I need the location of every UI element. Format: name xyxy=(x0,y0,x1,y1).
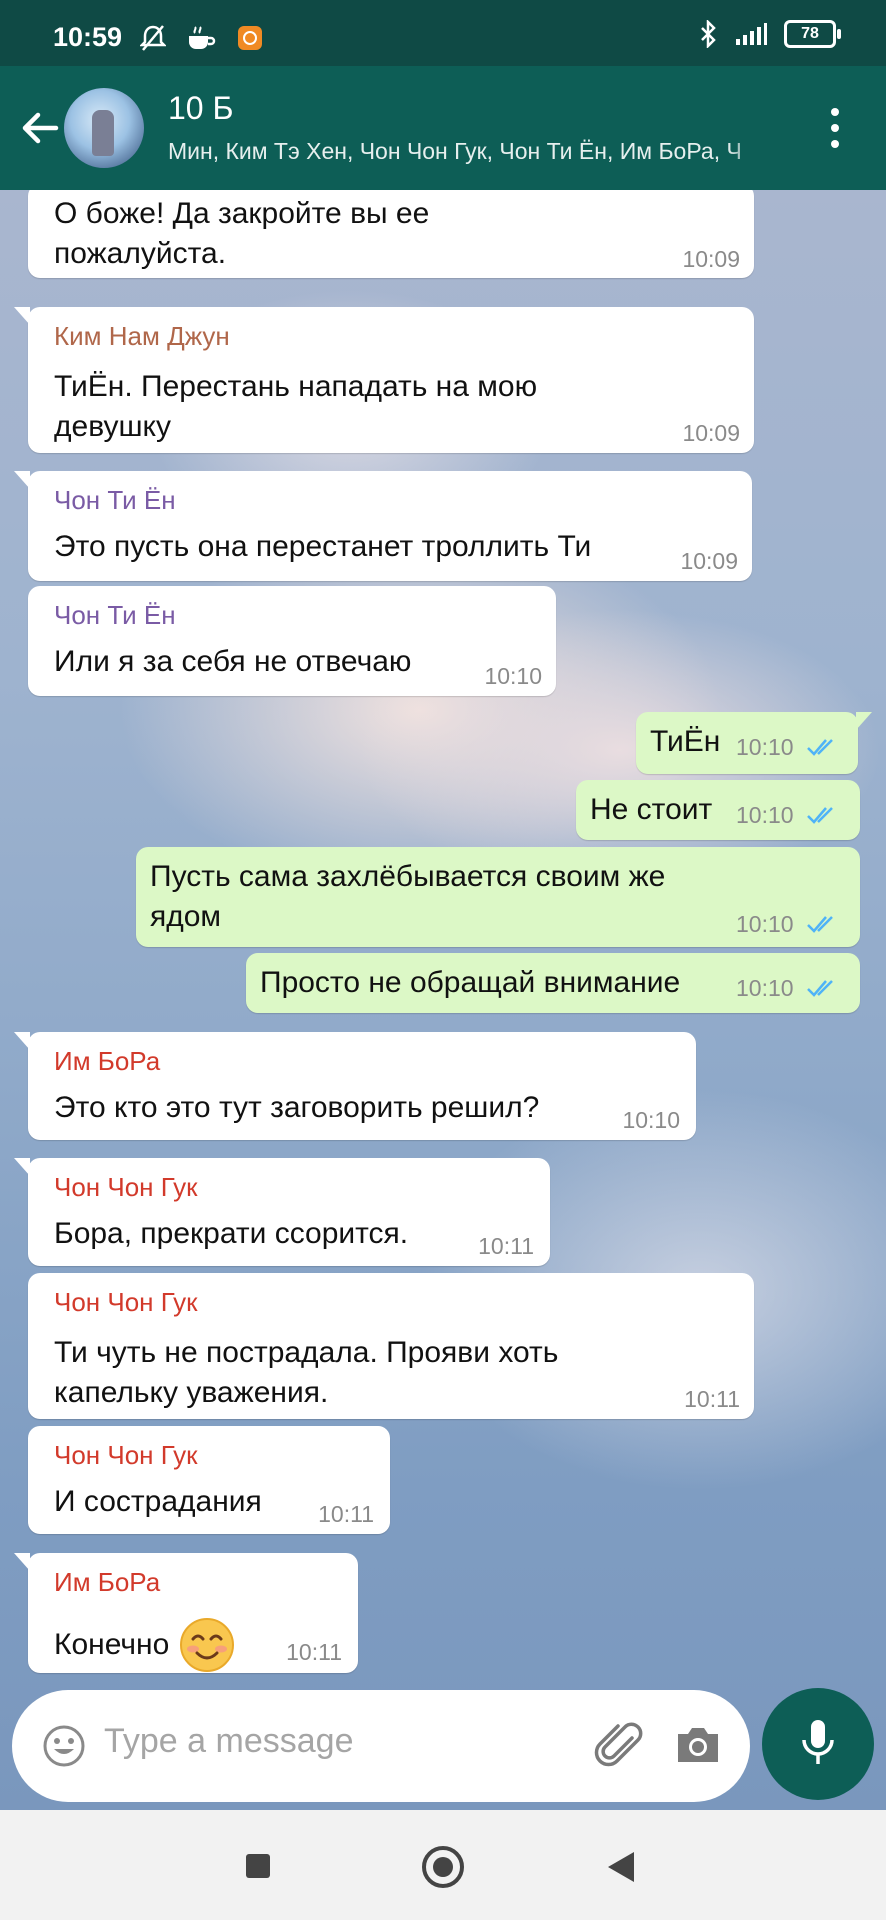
message-bubble[interactable]: Чон Чон Гук Ти чуть не пострадала. Прояв… xyxy=(28,1273,754,1419)
message-time: 10:10 xyxy=(736,734,794,760)
message-bubble[interactable]: Им БоРа Конечно 10:11 xyxy=(14,1553,358,1673)
status-time: 10:59 xyxy=(53,22,123,52)
message-list[interactable]: О боже! Да закройте вы ее пожалуйста. 10:… xyxy=(0,190,886,1810)
group-avatar[interactable] xyxy=(64,88,144,168)
message-bubble[interactable]: Чон Ти Ён Или я за себя не отвечаю 10:10 xyxy=(28,586,556,696)
sender-name[interactable]: Им БоРа xyxy=(54,1046,160,1077)
message-text: Конечно xyxy=(54,1617,235,1673)
overflow-menu-icon[interactable] xyxy=(826,108,844,152)
sender-name[interactable]: Чон Чон Гук xyxy=(54,1172,197,1203)
read-receipt-icon xyxy=(807,807,833,824)
message-bubble[interactable]: Чон Чон Гук Бора, прекрати ссорится. 10:… xyxy=(14,1158,550,1266)
message-text: О боже! Да закройте вы ее пожалуйста. xyxy=(54,197,430,270)
sender-name[interactable]: Ким Нам Джун xyxy=(54,321,230,352)
message-text: ТиЁн xyxy=(650,725,721,758)
message-bubble[interactable]: Чон Чон Гук И сострадания 10:11 xyxy=(28,1426,390,1534)
bluetooth-icon xyxy=(701,20,716,48)
message-text: Бора, прекрати ссорится. xyxy=(54,1217,409,1250)
recents-button[interactable] xyxy=(246,1854,270,1878)
message-text: ТиЁн. Перестань нападать на мою девушку xyxy=(54,370,538,443)
sender-name[interactable]: Чон Ти Ён xyxy=(54,485,176,516)
message-text: Просто не обращай внимание xyxy=(260,966,681,999)
message-time: 10:10 xyxy=(736,802,794,828)
system-nav-bar xyxy=(0,1810,886,1920)
status-bar: 10:59 78 xyxy=(0,0,886,66)
message-time: 10:10 xyxy=(736,911,794,937)
mi-app-icon xyxy=(238,26,262,50)
chat-title[interactable]: 10 Б xyxy=(168,90,233,127)
message-time: 10:10 xyxy=(736,975,794,1001)
message-input[interactable]: Type a message xyxy=(104,1722,353,1761)
sender-name[interactable]: Им БоРа xyxy=(54,1567,160,1598)
emoji-icon[interactable] xyxy=(42,1724,86,1768)
status-icons-left xyxy=(140,24,264,52)
message-bubble[interactable]: Пусть сама захлёбывается своим же ядом 10… xyxy=(136,847,860,947)
message-text: Или я за себя не отвечаю xyxy=(54,645,412,678)
voice-record-button[interactable] xyxy=(762,1688,874,1800)
chat-members[interactable]: Мин, Ким Тэ Хен, Чон Чон Гук, Чон Ти Ён,… xyxy=(168,138,764,165)
message-time: 10:10 xyxy=(484,663,542,689)
sender-name[interactable]: Чон Чон Гук xyxy=(54,1287,197,1318)
coffee-icon xyxy=(189,26,216,49)
message-bubble[interactable]: Чон Ти Ён Это пусть она перестанет тролл… xyxy=(14,471,752,581)
message-time: 10:09 xyxy=(682,420,740,446)
message-time: 10:11 xyxy=(478,1233,534,1259)
status-icons-right: 78 xyxy=(698,20,841,48)
message-bubble[interactable]: Ким Нам Джун ТиЁн. Перестань нападать на… xyxy=(14,307,754,453)
message-text: Это пусть она перестанет троллить Ти xyxy=(54,530,592,563)
message-time: 10:09 xyxy=(682,246,740,272)
message-text: Не стоит xyxy=(590,793,713,826)
message-text: И сострадания xyxy=(54,1485,262,1518)
battery-level: 78 xyxy=(801,25,819,42)
signal-icon xyxy=(736,23,767,45)
message-time: 10:09 xyxy=(680,548,738,574)
message-time: 10:11 xyxy=(684,1386,740,1412)
message-bubble[interactable]: Просто не обращай внимание 10:10 xyxy=(246,953,860,1013)
camera-icon[interactable] xyxy=(674,1724,722,1766)
message-time: 10:11 xyxy=(286,1639,342,1665)
back-arrow-icon[interactable] xyxy=(18,106,62,150)
read-receipt-icon xyxy=(807,980,833,997)
smiling-face-emoji-icon xyxy=(180,1618,235,1672)
chat-header: 10 Б Мин, Ким Тэ Хен, Чон Чон Гук, Чон Т… xyxy=(0,66,886,190)
message-text: Пусть сама захлёбывается своим же ядом xyxy=(150,860,666,933)
sender-name[interactable]: Чон Ти Ён xyxy=(54,600,176,631)
read-receipt-icon xyxy=(807,916,833,933)
microphone-icon xyxy=(802,1720,834,1764)
home-button[interactable] xyxy=(422,1846,464,1888)
message-bubble[interactable]: Им БоРа Это кто это тут заговорить решил… xyxy=(14,1032,696,1140)
message-text: Это кто это тут заговорить решил? xyxy=(54,1091,540,1124)
battery-icon: 78 xyxy=(784,20,841,48)
message-time: 10:10 xyxy=(622,1107,680,1133)
message-text: Ти чуть не пострадала. Прояви хоть капель… xyxy=(54,1336,559,1409)
bell-off-icon xyxy=(140,25,166,51)
message-bubble[interactable]: ТиЁн 10:10 xyxy=(636,712,872,774)
system-back-button[interactable] xyxy=(608,1852,634,1882)
attach-icon[interactable] xyxy=(594,1720,644,1772)
read-receipt-icon xyxy=(807,739,833,756)
message-composer[interactable]: Type a message xyxy=(12,1690,750,1802)
message-bubble[interactable]: Не стоит 10:10 xyxy=(576,780,860,840)
message-bubble[interactable]: О боже! Да закройте вы ее пожалуйста. 10:… xyxy=(28,190,754,278)
sender-name[interactable]: Чон Чон Гук xyxy=(54,1440,197,1471)
message-time: 10:11 xyxy=(318,1501,374,1527)
